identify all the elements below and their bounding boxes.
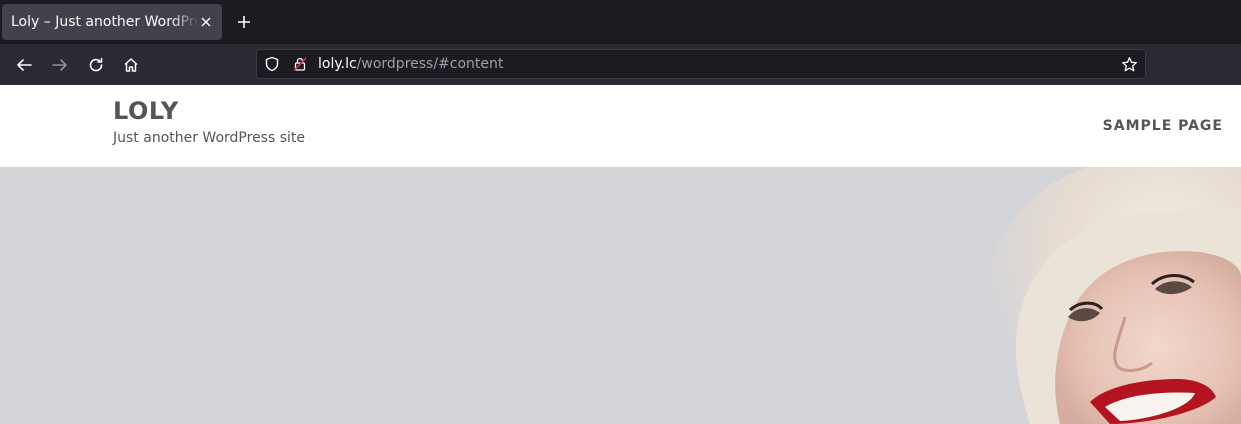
web-page: LOLY Just another WordPress site SAMPLE …: [0, 85, 1241, 424]
browser-window: Loly – Just another WordPress site: [0, 0, 1241, 424]
site-tagline: Just another WordPress site: [113, 130, 306, 146]
close-icon[interactable]: [198, 14, 214, 30]
reload-icon[interactable]: [87, 56, 105, 74]
hero-photo-woman-fur-hood: [984, 167, 1241, 424]
tracking-shield-icon[interactable]: [264, 56, 280, 72]
bookmark-star-icon[interactable]: [1121, 56, 1138, 73]
forward-arrow-icon[interactable]: [51, 56, 69, 74]
address-bar[interactable]: loly.lc/wordpress/#content: [256, 49, 1146, 79]
home-icon[interactable]: [122, 56, 140, 74]
back-arrow-icon[interactable]: [15, 56, 33, 74]
insecure-lock-icon[interactable]: [292, 56, 308, 72]
browser-tab[interactable]: Loly – Just another WordPress site: [2, 4, 222, 40]
url-path: /wordpress/#content: [356, 56, 504, 72]
url-host: loly.lc: [318, 56, 357, 72]
new-tab-icon[interactable]: [236, 14, 252, 30]
site-title[interactable]: LOLY: [113, 97, 179, 125]
nav-link-sample-page[interactable]: SAMPLE PAGE: [1103, 118, 1223, 134]
url-text[interactable]: loly.lc/wordpress/#content: [318, 55, 503, 73]
navigation-toolbar: loly.lc/wordpress/#content: [0, 44, 1241, 85]
tab-title: Loly – Just another WordPress site: [11, 14, 199, 30]
site-header: LOLY Just another WordPress site SAMPLE …: [0, 85, 1241, 167]
hero-banner: [0, 167, 1241, 424]
tab-strip: Loly – Just another WordPress site: [0, 0, 1241, 44]
